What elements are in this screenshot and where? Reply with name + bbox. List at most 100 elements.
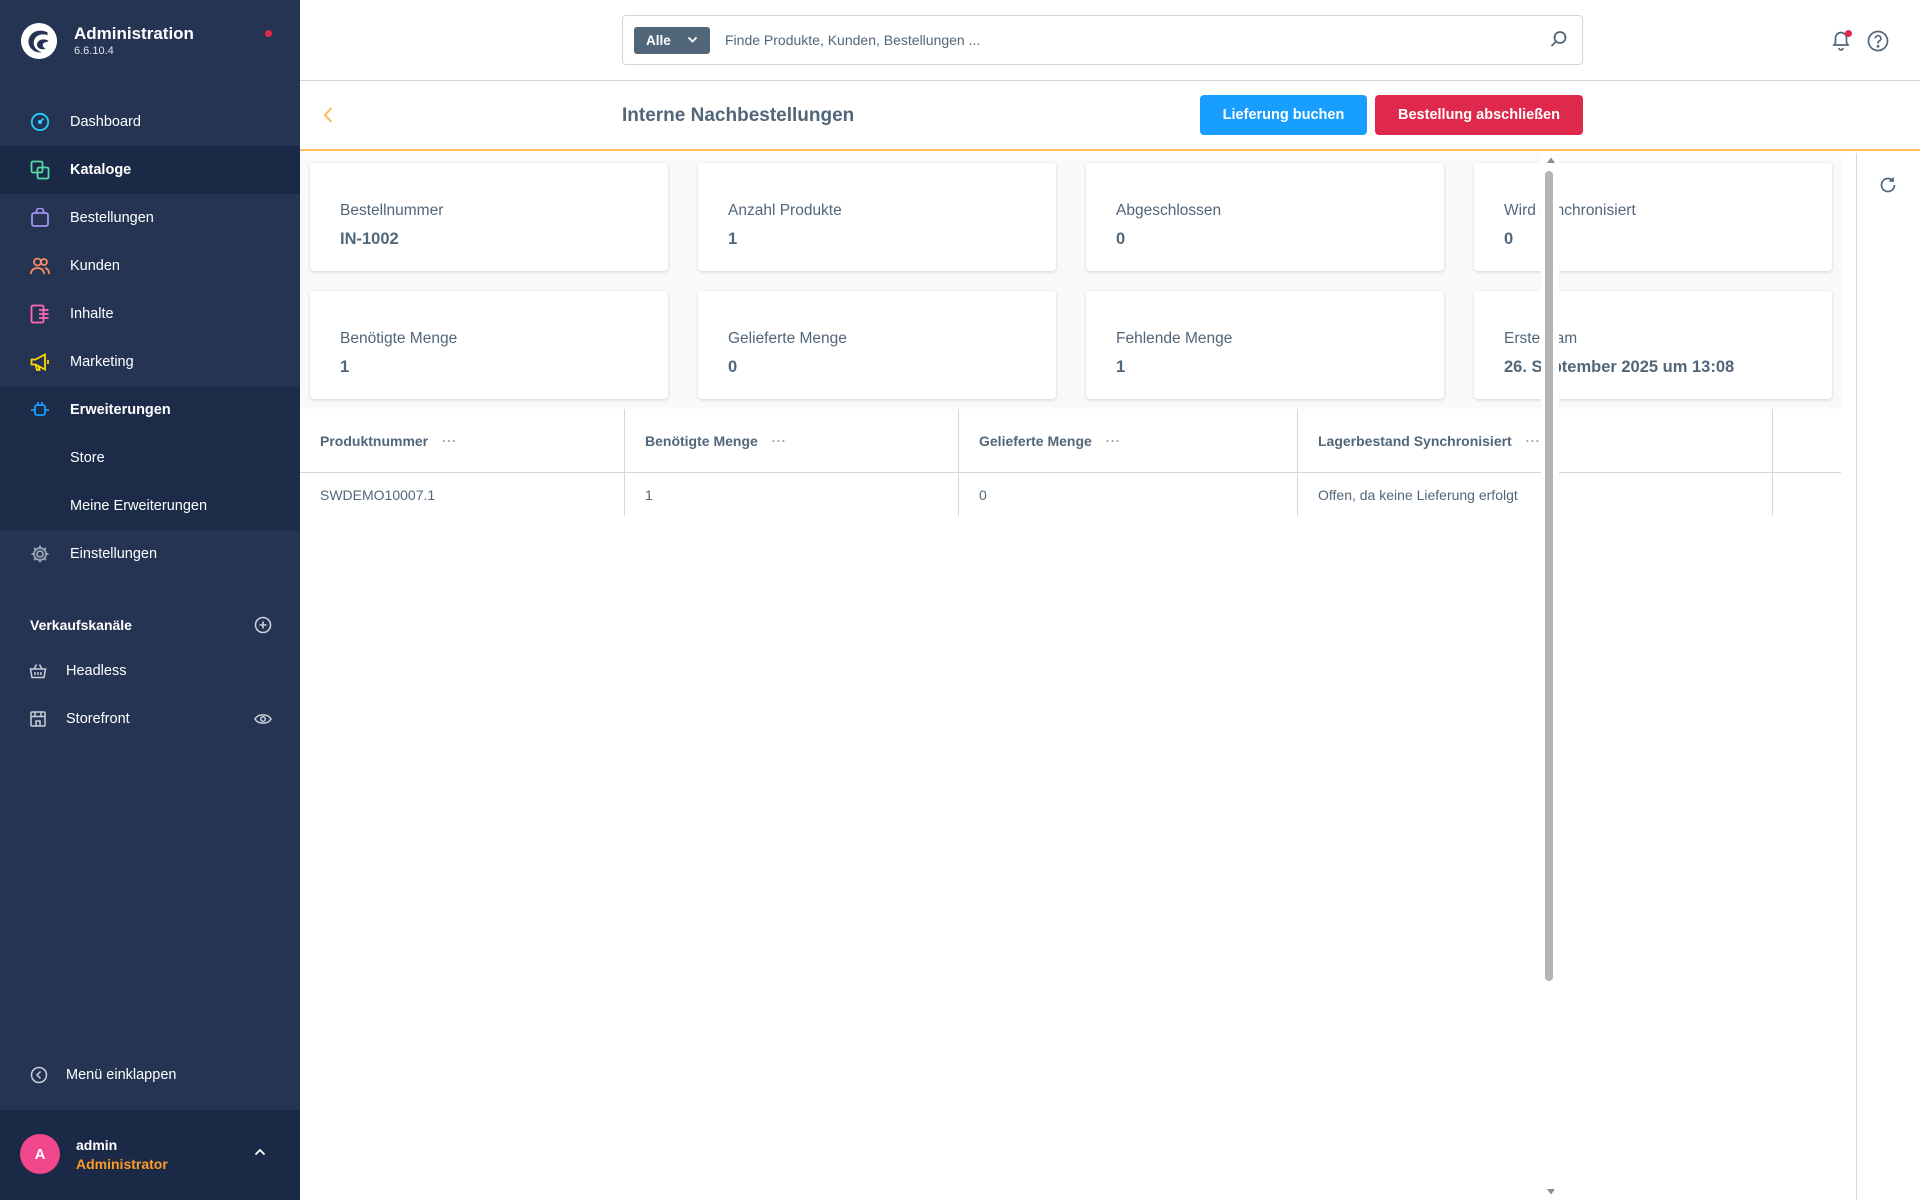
stat-value: 1 (340, 358, 350, 376)
column-header-label: Lagerbestand Synchronisiert (1318, 432, 1512, 449)
column-header-label: Benötigte Menge (645, 432, 758, 449)
column-menu-icon[interactable]: ··· (1526, 434, 1541, 448)
global-search: Alle (622, 15, 1583, 65)
sidebar-item-label: Bestellungen (70, 210, 154, 226)
sidebar-item-inhalte[interactable]: Inhalte (0, 290, 300, 338)
complete-order-button[interactable]: Bestellung abschließen (1375, 95, 1583, 135)
stat-label: Benötigte Menge (340, 330, 458, 347)
help-icon[interactable] (1867, 30, 1889, 52)
sidebar-item-erweiterungen[interactable]: Erweiterungen (0, 386, 300, 434)
main-navigation: Dashboard Kataloge Bestellungen Kunden I… (0, 98, 300, 578)
sidebar-item-kataloge[interactable]: Kataloge (0, 146, 300, 194)
search-icon[interactable] (1550, 30, 1568, 48)
user-role: Administrator (76, 1156, 168, 1172)
sales-channel-label: Headless (66, 663, 127, 679)
store-icon (28, 709, 48, 729)
brand[interactable]: Administration 6.6.10.4 (20, 22, 194, 60)
stat-value: 1 (728, 230, 738, 248)
sidebar-item-label: Meine Erweiterungen (70, 498, 208, 514)
stat-card-completed: Abgeschlossen 0 (1086, 163, 1444, 271)
stat-card-missing-quantity: Fehlende Menge 1 (1086, 291, 1444, 399)
sidebar-item-dashboard[interactable]: Dashboard (0, 98, 300, 146)
sidebar-item-bestellungen[interactable]: Bestellungen (0, 194, 300, 242)
column-header-stock-synced[interactable]: Lagerbestand Synchronisiert ··· (1298, 409, 1773, 472)
refresh-icon[interactable] (1879, 176, 1897, 194)
stat-value: 1 (1116, 358, 1126, 376)
plug-icon (28, 398, 52, 422)
sales-channel-storefront[interactable]: Storefront (28, 704, 272, 734)
top-bar: Alle (300, 0, 1920, 81)
stat-value: 26. September 2025 um 13:08 (1504, 358, 1735, 376)
add-circle-icon[interactable] (254, 616, 272, 634)
column-header-delivered-quantity[interactable]: Gelieferte Menge ··· (959, 409, 1298, 472)
stat-label: Gelieferte Menge (728, 330, 847, 347)
sidebar-item-kunden[interactable]: Kunden (0, 242, 300, 290)
basket-icon (28, 661, 48, 681)
bag-icon (28, 206, 52, 230)
cell-stock-synced: Offen, da keine Lieferung erfolgt (1298, 473, 1773, 516)
chevron-up-icon[interactable] (254, 1148, 266, 1156)
cell-required-quantity: 1 (625, 473, 959, 516)
stat-label: Bestellnummer (340, 202, 444, 219)
stat-card-order-number: Bestellnummer IN-1002 (310, 163, 668, 271)
stats-area: Bestellnummer IN-1002 Anzahl Produkte 1 … (300, 153, 1841, 409)
column-header-label: Gelieferte Menge (979, 432, 1092, 449)
cell-delivered-quantity: 0 (959, 473, 1298, 516)
stat-label: Abgeschlossen (1116, 202, 1222, 219)
back-chevron-icon[interactable] (322, 105, 334, 125)
column-menu-icon[interactable]: ··· (1106, 434, 1121, 448)
stat-card-created-at: Erstellt am 26. September 2025 um 13:08 (1474, 291, 1832, 399)
cell-product-number: SWDEMO10007.1 (300, 473, 625, 516)
users-icon (28, 254, 52, 278)
eye-icon[interactable] (254, 712, 272, 726)
collapse-menu-label: Menü einklappen (66, 1067, 177, 1083)
stat-card-product-count: Anzahl Produkte 1 (698, 163, 1056, 271)
sidebar-item-einstellungen[interactable]: Einstellungen (0, 530, 300, 578)
stat-card-required-quantity: Benötigte Menge 1 (310, 291, 668, 399)
dashboard-icon (28, 110, 52, 134)
search-type-label: Alle (646, 33, 671, 48)
scrollbar-thumb[interactable] (1545, 171, 1553, 981)
sidebar-item-label: Dashboard (70, 114, 141, 130)
sidebar-item-label: Store (70, 450, 105, 466)
status-dot (265, 30, 272, 37)
book-delivery-button[interactable]: Lieferung buchen (1200, 95, 1367, 135)
scroll-up-arrow-icon[interactable] (1546, 156, 1556, 164)
page-title: Interne Nachbestellungen (622, 105, 855, 126)
table-row[interactable]: SWDEMO10007.1 1 0 Offen, da keine Liefer… (300, 473, 1841, 516)
stat-value: 0 (1116, 230, 1126, 248)
sidebar-item-label: Kataloge (70, 162, 132, 178)
column-header-product-number[interactable]: Produktnummer ··· (300, 409, 625, 472)
content-area: Bestellnummer IN-1002 Anzahl Produkte 1 … (300, 153, 1841, 1200)
chevron-left-circle-icon (30, 1066, 48, 1084)
column-menu-icon[interactable]: ··· (772, 434, 787, 448)
content-icon (28, 302, 52, 326)
data-grid: Produktnummer ··· Benötigte Menge ··· Ge… (300, 409, 1841, 516)
user-name: admin (76, 1137, 118, 1153)
collapse-menu-button[interactable]: Menü einklappen (30, 1066, 176, 1084)
sidebar-item-label: Erweiterungen (70, 402, 171, 418)
sidebar-item-label: Kunden (70, 258, 120, 274)
column-menu-icon[interactable]: ··· (442, 434, 457, 448)
sidebar-item-meine-erweiterungen[interactable]: Meine Erweiterungen (0, 482, 300, 530)
stat-label: Fehlende Menge (1116, 330, 1233, 347)
column-header-required-quantity[interactable]: Benötigte Menge ··· (625, 409, 959, 472)
scroll-down-arrow-icon[interactable] (1546, 1188, 1556, 1196)
sidebar-item-store[interactable]: Store (0, 434, 300, 482)
stat-value: 0 (1504, 230, 1514, 248)
shopware-logo-icon (20, 22, 58, 60)
sales-channels-title: Verkaufskanäle (30, 617, 132, 633)
notification-badge (1845, 30, 1852, 37)
brand-title: Administration (74, 24, 194, 43)
user-panel[interactable]: A admin Administrator (0, 1110, 300, 1200)
sidebar-item-label: Inhalte (70, 306, 114, 322)
brand-version: 6.6.10.4 (74, 45, 114, 57)
sales-channel-headless[interactable]: Headless (28, 656, 272, 686)
stat-label: Anzahl Produkte (728, 202, 842, 219)
avatar: A (20, 1134, 60, 1174)
search-type-select[interactable]: Alle (634, 27, 710, 54)
sidebar-item-marketing[interactable]: Marketing (0, 338, 300, 386)
search-input[interactable] (725, 24, 1525, 56)
stat-card-syncing: Wird synchronisiert 0 (1474, 163, 1832, 271)
right-sidebar (1856, 153, 1920, 1200)
